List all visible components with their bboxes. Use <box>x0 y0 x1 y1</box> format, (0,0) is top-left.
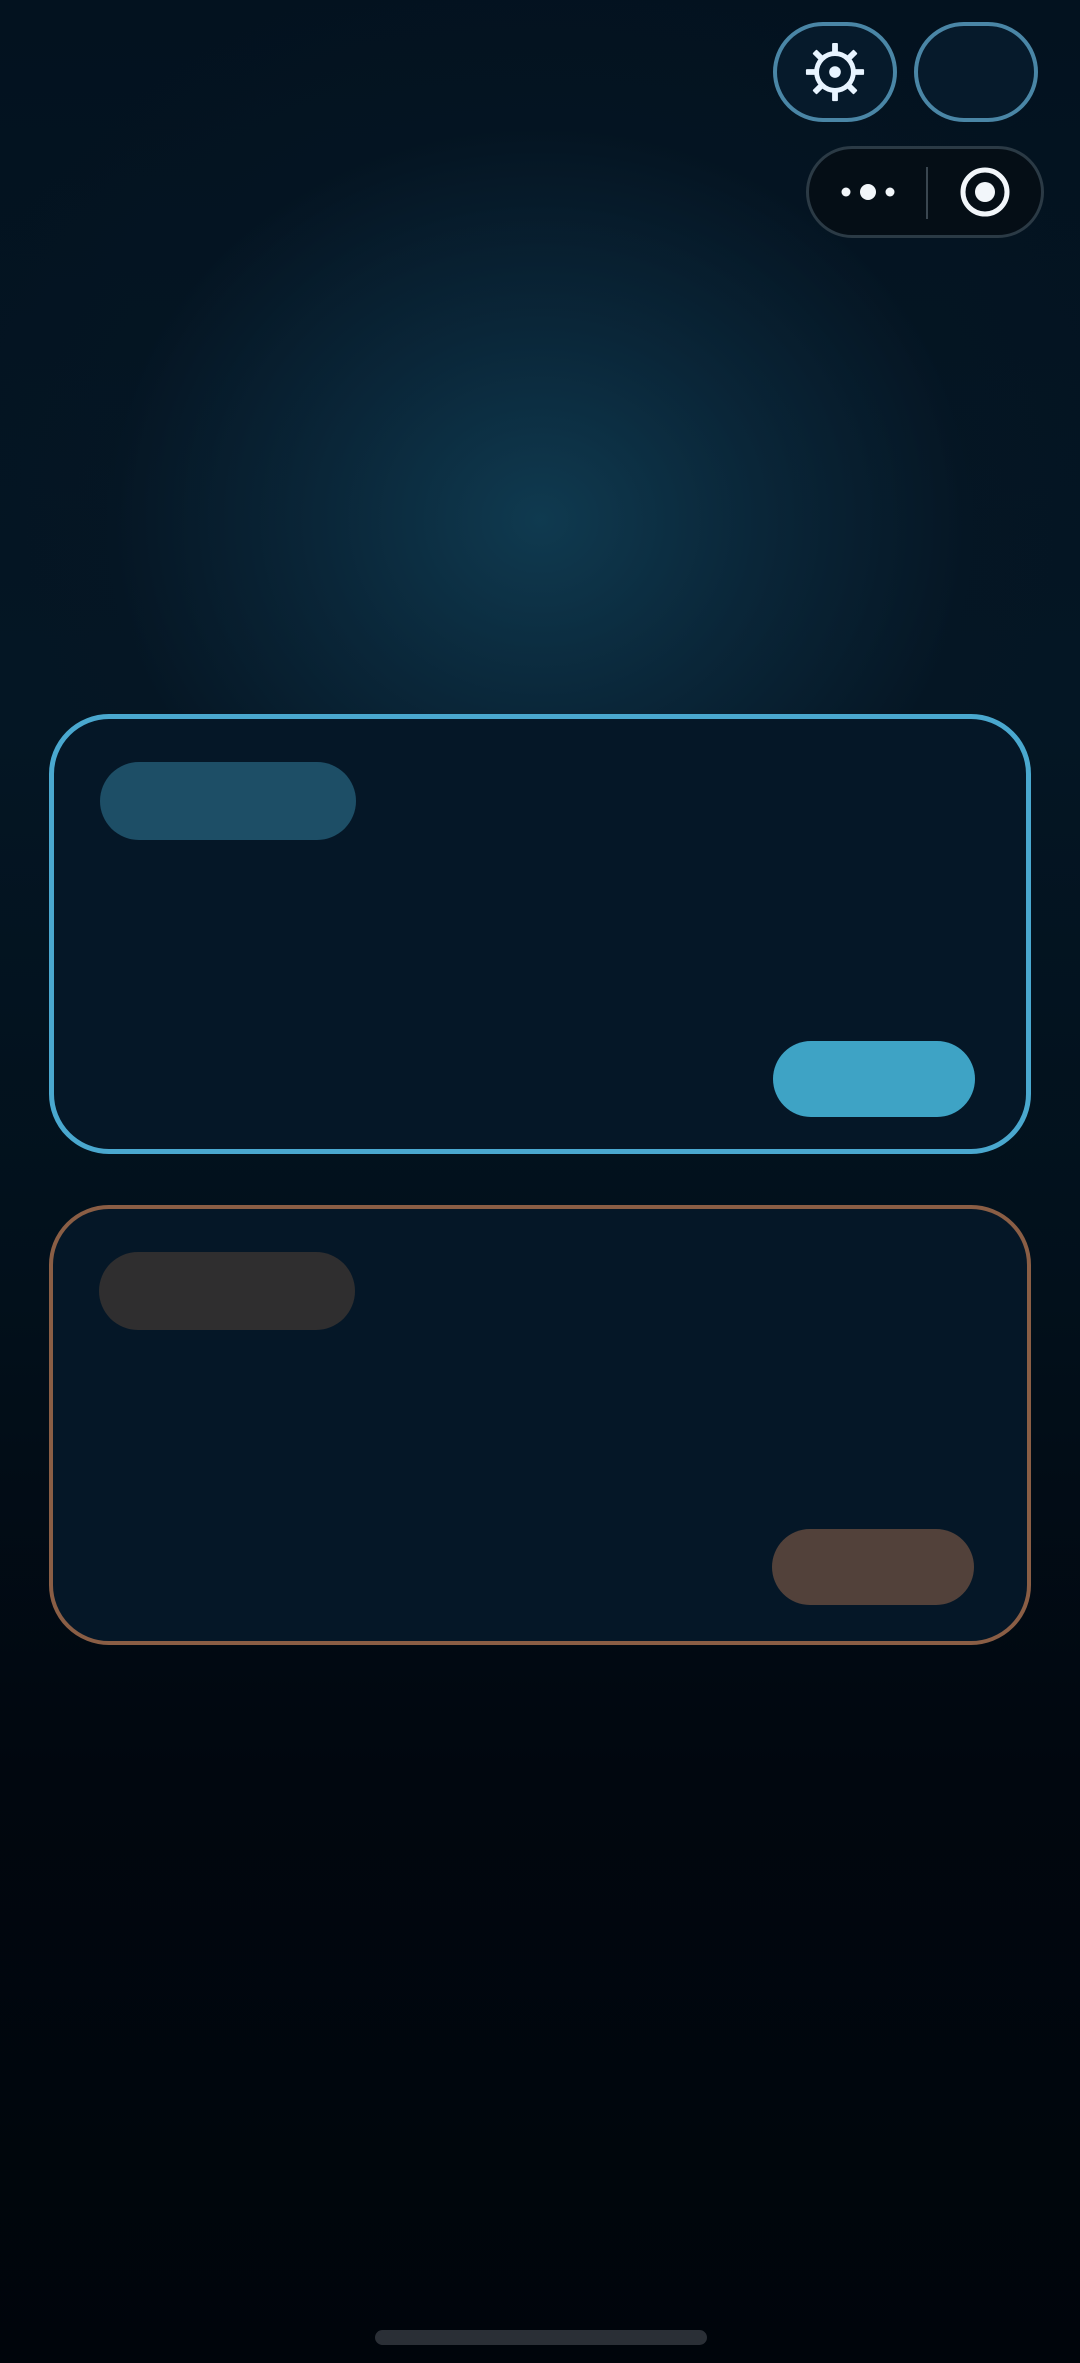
settings-button[interactable] <box>773 22 897 122</box>
gear-icon <box>805 42 865 102</box>
more-dots-icon <box>841 184 895 200</box>
target-circle-icon <box>960 167 1009 217</box>
card-action-button[interactable] <box>772 1529 974 1605</box>
page-background <box>0 0 1080 2363</box>
option-card-secondary[interactable] <box>49 1205 1031 1645</box>
option-card-primary[interactable] <box>49 714 1031 1154</box>
mini-program-capsule <box>806 146 1044 238</box>
card-action-button[interactable] <box>773 1041 975 1117</box>
secondary-top-button[interactable] <box>914 22 1038 122</box>
close-button[interactable] <box>928 149 1041 235</box>
home-indicator[interactable] <box>375 2330 707 2345</box>
card-tag <box>100 762 356 840</box>
card-tag <box>99 1252 355 1330</box>
more-button[interactable] <box>809 149 927 235</box>
